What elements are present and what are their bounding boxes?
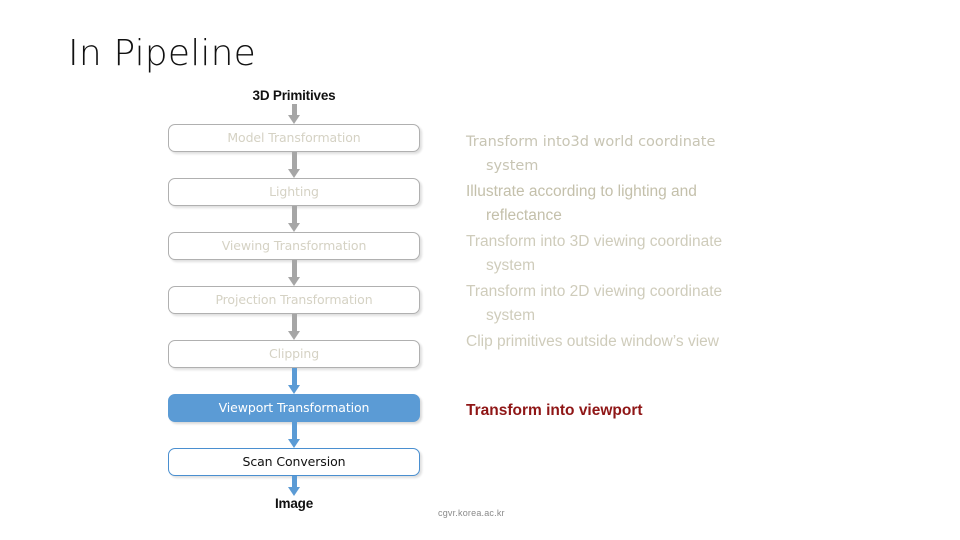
arrow-head (288, 223, 300, 232)
stage-viewport-transformation[interactable]: Viewport Transformation (168, 394, 420, 422)
arrow-shaft (291, 152, 297, 170)
arrow-viewport-to-scan-conversion (168, 422, 420, 448)
description-line-2: reflectance (486, 207, 562, 224)
footer-url: cgvr.korea.ac.kr (438, 508, 505, 518)
stage-projection-transformation[interactable]: Projection Transformation (168, 286, 420, 314)
arrow-clipping-to-viewport (168, 368, 420, 394)
arrow-head (288, 277, 300, 286)
arrow-into-image (168, 476, 420, 496)
pipeline-input-label: 3D Primitives (252, 88, 336, 103)
arrow-shaft (291, 368, 297, 386)
description-line-1: Illustrate according to lighting and (466, 183, 697, 200)
arrow-shaft (291, 206, 297, 224)
arrow-into-model-transformation (168, 104, 420, 124)
arrow-shaft (291, 260, 297, 278)
arrow-model-to-lighting (168, 152, 420, 178)
pipeline-flow: 3D Primitives Model Transformation Light… (168, 88, 420, 512)
description-line-2: system (486, 307, 536, 324)
description-clipping: Clip primitives outside window’s view (466, 330, 826, 354)
arrow-head (288, 169, 300, 178)
stage-model-transformation[interactable]: Model Transformation (168, 124, 420, 152)
description-column: Transform into3d world coordinate system… (466, 130, 826, 356)
stage-lighting[interactable]: Lighting (168, 178, 420, 206)
description-line-2: system (486, 257, 536, 274)
description-viewport-transformation: Transform into viewport (466, 402, 643, 419)
description-line-1: Transform into 3D viewing coordinate (466, 233, 723, 250)
description-line-1: Clip primitives outside window’s view (466, 333, 719, 350)
description-line-1: Transform into 2D viewing coordinate (466, 283, 723, 300)
arrow-head (288, 487, 300, 496)
pipeline-output-label: Image (274, 496, 314, 511)
arrow-head (288, 385, 300, 394)
description-projection-transformation: Transform into 2D viewing coordinate sys… (466, 280, 826, 328)
description-line-2: system (486, 158, 539, 174)
arrow-viewing-to-projection (168, 260, 420, 286)
arrow-lighting-to-viewing (168, 206, 420, 232)
arrow-head (288, 331, 300, 340)
stage-viewing-transformation[interactable]: Viewing Transformation (168, 232, 420, 260)
arrow-head (288, 439, 300, 448)
arrow-projection-to-clipping (168, 314, 420, 340)
page-title: In Pipeline (68, 33, 256, 74)
description-model-transformation: Transform into3d world coordinate system (466, 130, 826, 178)
arrow-shaft (291, 314, 297, 332)
description-line-1: Transform into3d world coordinate (466, 134, 716, 150)
arrow-head (288, 115, 300, 124)
arrow-shaft (291, 422, 297, 440)
stage-scan-conversion[interactable]: Scan Conversion (168, 448, 420, 476)
stage-clipping[interactable]: Clipping (168, 340, 420, 368)
description-lighting: Illustrate according to lighting and ref… (466, 180, 826, 228)
description-viewing-transformation: Transform into 3D viewing coordinate sys… (466, 230, 826, 278)
